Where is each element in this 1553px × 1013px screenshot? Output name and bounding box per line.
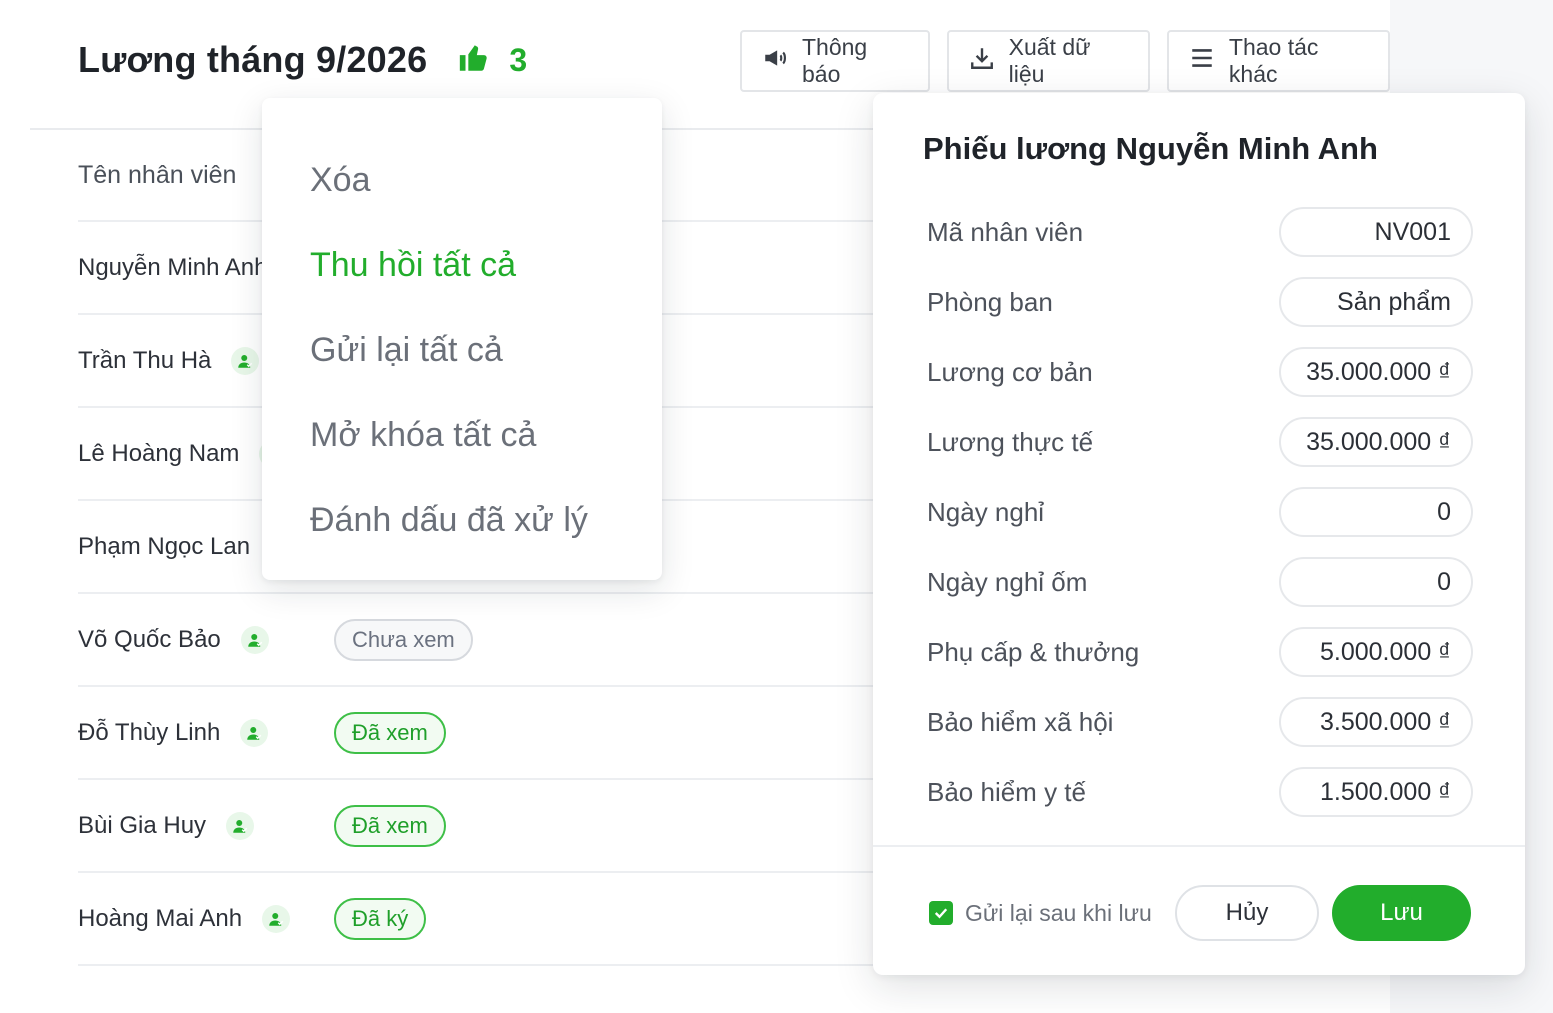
user-check-icon xyxy=(262,904,291,933)
status-badge: Chưa xem xyxy=(334,618,473,661)
employee-name: Nguyễn Minh Anh xyxy=(78,253,268,281)
user-check-icon xyxy=(231,346,260,375)
menu-item-mark-processed[interactable]: Đánh dấu đã xử lý xyxy=(262,478,662,563)
page-title: Lương tháng 9/2026 xyxy=(78,39,428,80)
toolbar: Thông báo Xuất dữ liệu Thao tác khác xyxy=(740,30,1391,92)
notify-button[interactable]: Thông báo xyxy=(740,30,930,92)
field-label: Ngày nghỉ ốm xyxy=(927,566,1088,597)
more-actions-dropdown: Xóa Thu hồi tất cả Gửi lại tất cả Mở khó… xyxy=(262,98,662,580)
export-button[interactable]: Xuất dữ liệu xyxy=(946,30,1150,92)
employee-name: Phạm Ngọc Lan xyxy=(78,532,251,560)
field-label: Bảo hiểm y tế xyxy=(927,776,1086,807)
employee-name: Đỗ Thùy Linh xyxy=(78,718,221,746)
export-label: Xuất dữ liệu xyxy=(1008,34,1091,87)
employee-name: Lê Hoàng Nam xyxy=(78,439,240,467)
menu-item-recall-all[interactable]: Thu hồi tất cả xyxy=(262,223,662,308)
payslip-field: Ngày nghỉ ốm 0 xyxy=(927,557,1473,607)
field-label: Ngày nghỉ xyxy=(927,496,1045,527)
payslip-field: Ngày nghỉ 0 xyxy=(927,487,1473,537)
employee-name: Bùi Gia Huy xyxy=(78,811,207,839)
menu-item-unlock-all[interactable]: Mở khóa tất cả xyxy=(262,393,662,478)
notify-label: Thông báo xyxy=(802,34,868,87)
employee-name: Võ Quốc Bảo xyxy=(78,625,221,653)
payslip-field: Bảo hiểm y tế 1.500.000 ₫ xyxy=(927,767,1473,817)
user-check-icon xyxy=(226,811,255,840)
check-icon xyxy=(934,908,948,919)
menu-icon xyxy=(1189,45,1215,77)
payslip-title: Phiếu lương Nguyễn Minh Anh xyxy=(923,131,1378,166)
megaphone-icon xyxy=(762,45,788,77)
status-badge: Đã ký xyxy=(334,897,427,940)
field-label: Bảo hiểm xã hội xyxy=(927,706,1114,737)
resend-checkbox[interactable] xyxy=(929,901,953,925)
field-value-input[interactable]: 35.000.000 ₫ xyxy=(1279,417,1473,467)
more-label: Thao tác khác xyxy=(1228,34,1319,87)
payslip-field: Phụ cấp & thưởng 5.000.000 ₫ xyxy=(927,627,1473,677)
field-value-input[interactable]: NV001 xyxy=(1279,207,1473,257)
payslip-field: Phòng ban Sản phẩm xyxy=(927,277,1473,327)
payslip-divider xyxy=(873,845,1525,847)
menu-item-delete[interactable]: Xóa xyxy=(262,138,662,223)
payslip-panel: Phiếu lương Nguyễn Minh Anh Mã nhân viên… xyxy=(873,93,1525,975)
save-button[interactable]: Lưu xyxy=(1332,885,1471,941)
field-value-input[interactable]: 3.500.000 ₫ xyxy=(1279,697,1473,747)
like-count: 3 xyxy=(509,41,528,78)
cancel-button[interactable]: Hủy xyxy=(1175,885,1319,941)
payslip-field: Lương cơ bản 35.000.000 ₫ xyxy=(927,347,1473,397)
field-label: Mã nhân viên xyxy=(927,216,1084,247)
payslip-footer: Gửi lại sau khi lưu Hủy Lưu xyxy=(929,885,1471,941)
menu-item-resend-all[interactable]: Gửi lại tất cả xyxy=(262,308,662,393)
status-badge: Đã xem xyxy=(334,804,446,847)
status-badge: Đã xem xyxy=(334,711,446,754)
field-value-input[interactable]: Sản phẩm xyxy=(1279,277,1473,327)
field-value-input[interactable]: 0 xyxy=(1279,487,1473,537)
field-label: Phòng ban xyxy=(927,286,1053,317)
payslip-field: Mã nhân viên NV001 xyxy=(927,207,1473,257)
user-check-icon xyxy=(240,718,269,747)
field-value-input[interactable]: 1.500.000 ₫ xyxy=(1279,767,1473,817)
likes[interactable]: 3 xyxy=(457,41,527,80)
payslip-field: Lương thực tế 35.000.000 ₫ xyxy=(927,417,1473,467)
payslip-field: Bảo hiểm xã hội 3.500.000 ₫ xyxy=(927,697,1473,747)
download-icon xyxy=(969,45,995,77)
resend-label: Gửi lại sau khi lưu xyxy=(965,899,1152,926)
page-header: Lương tháng 9/2026 3 xyxy=(78,30,527,90)
user-check-icon xyxy=(240,625,269,654)
thumbs-up-icon xyxy=(457,41,491,80)
employee-name: Trần Thu Hà xyxy=(78,346,212,374)
field-value-input[interactable]: 5.000.000 ₫ xyxy=(1279,627,1473,677)
employee-name: Hoàng Mai Anh xyxy=(78,904,243,932)
field-label: Lương cơ bản xyxy=(927,356,1093,387)
field-value-input[interactable]: 35.000.000 ₫ xyxy=(1279,347,1473,397)
field-value-input[interactable]: 0 xyxy=(1279,557,1473,607)
field-label: Phụ cấp & thưởng xyxy=(927,636,1140,667)
field-label: Lương thực tế xyxy=(927,426,1094,457)
more-actions-button[interactable]: Thao tác khác xyxy=(1166,30,1391,92)
